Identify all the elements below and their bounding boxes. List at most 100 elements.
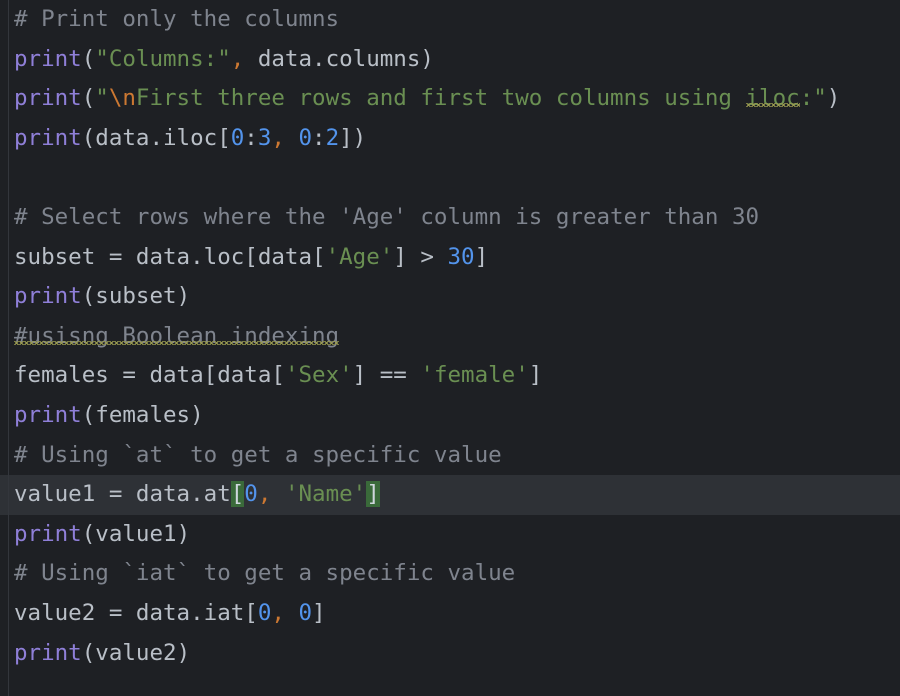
- code-line[interactable]: print("Columns:", data.columns): [0, 40, 900, 80]
- code-token-str: :": [799, 85, 827, 112]
- code-token-ident: value2: [95, 639, 177, 666]
- code-token-num: 0: [298, 124, 313, 151]
- code-line[interactable]: print(value2): [0, 634, 900, 674]
- code-token-punct: ]: [352, 362, 367, 389]
- code-token-ident: at: [203, 481, 231, 508]
- code-line[interactable]: print("\nFirst three rows and first two …: [0, 79, 900, 119]
- code-token-ident: females: [95, 401, 191, 428]
- code-token-ident: loc: [203, 243, 245, 270]
- code-line[interactable]: value2 = data.iat[0, 0]: [0, 594, 900, 634]
- code-token-num: 0: [257, 599, 272, 626]
- code-line[interactable]: # Using `at` to get a specific value: [0, 436, 900, 476]
- code-token-ident: [285, 125, 299, 151]
- code-token-num: 0: [298, 599, 313, 626]
- code-line[interactable]: #usisng Boolean indexing: [0, 317, 900, 357]
- code-token-str: 'Age': [325, 243, 394, 270]
- code-token-op: >: [406, 243, 448, 270]
- code-token-op: =: [95, 599, 136, 626]
- code-line[interactable]: females = data[data['Sex'] == 'female']: [0, 356, 900, 396]
- code-token-ident: columns: [325, 45, 421, 72]
- code-token-punct: (: [81, 283, 96, 310]
- code-line[interactable]: # Using `iat` to get a specific value: [0, 554, 900, 594]
- code-line[interactable]: print(subset): [0, 277, 900, 317]
- code-token-fn: print: [14, 401, 82, 428]
- spellcheck-squiggle: iloc: [745, 85, 800, 112]
- code-editor[interactable]: # Print only the columns print("Columns:"…: [0, 0, 900, 696]
- code-token-ident: value2: [14, 599, 96, 626]
- code-token-punct: (: [81, 401, 96, 428]
- code-token-op: ==: [366, 362, 421, 389]
- code-token-punct: :: [244, 124, 258, 151]
- code-token-punct: ]: [312, 599, 326, 626]
- code-line[interactable]: print(data.iloc[0:3, 0:2]): [0, 119, 900, 159]
- code-token-punct: .: [312, 45, 326, 72]
- code-token-fn: print: [14, 520, 82, 547]
- code-token-ident: data: [244, 45, 313, 72]
- code-token-op: =: [95, 243, 136, 270]
- code-token-ident: data: [257, 243, 313, 270]
- code-token-punct: [: [203, 362, 218, 389]
- code-line[interactable]: subset = data.loc[data['Age'] > 30]: [0, 238, 900, 278]
- code-line[interactable]: print(value1): [0, 515, 900, 555]
- code-token-punct: .: [190, 481, 204, 508]
- code-token-punct: (: [81, 85, 96, 112]
- code-token-comma: ,: [271, 124, 285, 151]
- code-line[interactable]: # Select rows where the 'Age' column is …: [0, 198, 900, 238]
- code-token-op: =: [95, 481, 136, 508]
- code-token-punct: [: [244, 599, 258, 626]
- code-token-punct: ]: [528, 362, 543, 389]
- code-line-current[interactable]: value1 = data.at[0, 'Name']: [0, 475, 900, 515]
- code-token-punct: [: [217, 124, 231, 151]
- code-token-punct: ]): [339, 124, 367, 151]
- code-token-punct: (: [81, 639, 96, 666]
- code-token-ident: data: [95, 124, 150, 151]
- bracket-match-highlight: ]: [366, 481, 380, 508]
- code-token-esc: \n: [108, 85, 136, 112]
- code-token-op: =: [108, 362, 150, 389]
- code-token-punct: .: [190, 243, 204, 270]
- code-token-ident: data: [135, 243, 191, 270]
- code-token-fn: print: [14, 124, 82, 151]
- code-token-num: 0: [244, 481, 258, 508]
- code-token-ident: data: [217, 362, 272, 389]
- code-token-punct: ]: [474, 243, 489, 270]
- code-token-ident: data: [135, 599, 191, 626]
- code-token-comment: # Using `at` to get a specific value: [14, 441, 502, 468]
- bracket-match-highlight: [: [230, 481, 245, 508]
- code-token-str: "Columns:": [95, 45, 231, 72]
- code-token-comment: # Select rows where the 'Age' column is …: [14, 203, 760, 230]
- code-line[interactable]: print(females): [0, 396, 900, 436]
- code-token-fn: print: [14, 45, 82, 72]
- code-token-punct: [: [244, 243, 258, 270]
- code-line[interactable]: [0, 158, 900, 198]
- code-token-punct: ]: [393, 243, 407, 270]
- code-token-ident: iat: [203, 599, 245, 626]
- code-token-num: 3: [257, 124, 272, 151]
- code-token-punct: .: [190, 599, 204, 626]
- code-token-ident: [285, 600, 299, 626]
- code-token-punct: ): [826, 85, 841, 112]
- code-line[interactable]: # Print only the columns: [0, 0, 900, 40]
- code-token-str: ": [95, 85, 109, 112]
- code-token-str: 'female': [420, 362, 529, 389]
- code-token-ident: subset: [95, 283, 177, 310]
- code-token-ident: iloc: [163, 124, 218, 151]
- spellcheck-squiggle: #usisng Boolean indexing: [14, 322, 340, 349]
- code-text-area[interactable]: # Print only the columns print("Columns:"…: [0, 0, 900, 696]
- code-token-ident: subset: [14, 243, 96, 270]
- code-token-punct: ): [176, 639, 191, 666]
- code-token-punct: (: [81, 520, 96, 547]
- code-token-punct: (: [81, 45, 96, 72]
- code-token-comma: ,: [230, 45, 245, 72]
- code-token-punct: ): [176, 520, 191, 547]
- code-token-ident: data: [135, 481, 191, 508]
- code-token-str: 'Name': [284, 481, 367, 508]
- code-token-punct: [: [271, 362, 285, 389]
- code-token-ident: data: [149, 362, 204, 389]
- code-token-ident: value1: [95, 520, 177, 547]
- code-token-num: 2: [325, 124, 340, 151]
- code-token-punct: ): [420, 45, 434, 72]
- code-token-num: 30: [447, 243, 475, 270]
- code-token-fn: print: [14, 283, 82, 310]
- code-token-comma: ,: [271, 599, 285, 626]
